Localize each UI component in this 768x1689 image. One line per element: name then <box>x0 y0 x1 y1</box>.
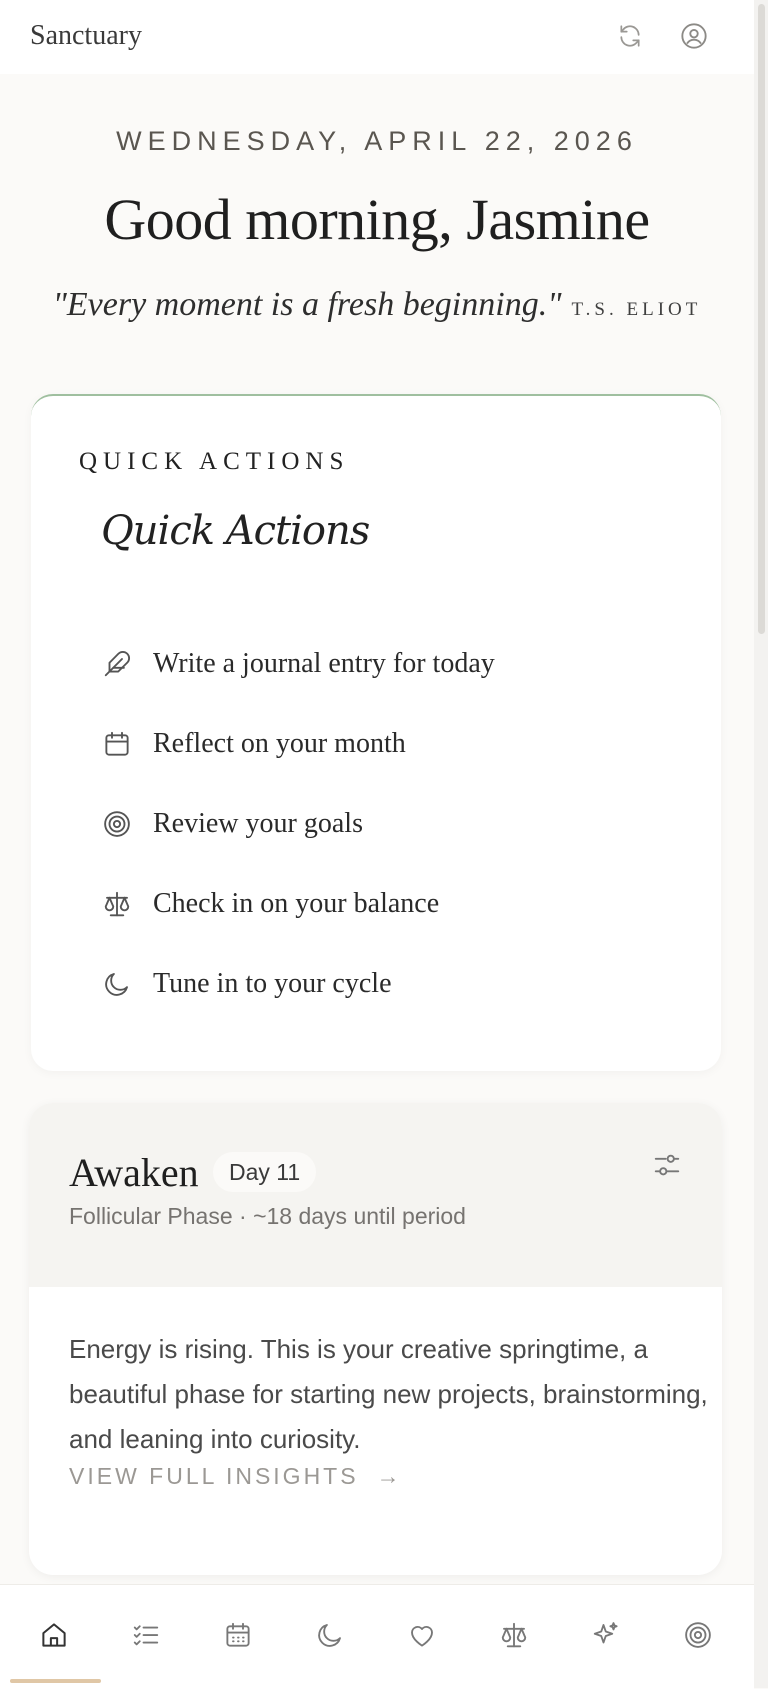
nav-moon-icon[interactable] <box>310 1615 350 1655</box>
nav-target-icon[interactable] <box>678 1615 718 1655</box>
nav-sparkle-icon[interactable] <box>586 1615 626 1655</box>
phase-subtitle: Follicular Phase · ~18 days until period <box>69 1203 466 1229</box>
arrow-right-icon: → <box>376 1463 400 1489</box>
daily-quote: "Every moment is a fresh beginning." T.S… <box>0 286 754 324</box>
moon-icon <box>101 968 133 1000</box>
nav-checklist-icon[interactable] <box>126 1615 166 1655</box>
quick-action-label: Reflect on your month <box>153 728 406 759</box>
quick-actions-list: Write a journal entry for today Reflect … <box>101 624 701 1024</box>
quick-actions-script-title: Quick Actions <box>101 508 370 554</box>
sliders-icon[interactable] <box>649 1147 685 1183</box>
cycle-day-badge: Day 11 <box>213 1152 317 1192</box>
active-tab-indicator <box>10 1679 101 1683</box>
bottom-navigation <box>0 1584 754 1689</box>
app-title: Sanctuary <box>30 20 142 51</box>
feather-icon <box>101 648 133 680</box>
target-icon <box>101 808 133 840</box>
quick-action-label: Write a journal entry for today <box>153 648 495 679</box>
quick-action-label: Review your goals <box>153 808 363 839</box>
quote-author: T.S. ELIOT <box>571 299 702 320</box>
quick-action-month[interactable]: Reflect on your month <box>101 704 701 784</box>
quote-text: "Every moment is a fresh beginning." <box>52 286 562 323</box>
refresh-icon[interactable] <box>614 20 646 52</box>
scale-icon <box>101 888 133 920</box>
scrollbar-thumb[interactable] <box>758 4 765 634</box>
calendar-icon <box>101 728 133 760</box>
nav-calendar-icon[interactable] <box>218 1615 258 1655</box>
phase-insight-text: Energy is rising. This is your creative … <box>69 1334 708 1454</box>
view-insights-label: VIEW FULL INSIGHTS <box>69 1463 359 1489</box>
cycle-phase-card: Awaken Day 11 Follicular Phase · ~18 day… <box>29 1103 722 1575</box>
quick-action-label: Tune in to your cycle <box>153 968 392 999</box>
cycle-card-header: Awaken Day 11 Follicular Phase · ~18 day… <box>29 1103 722 1287</box>
nav-heart-icon[interactable] <box>402 1615 442 1655</box>
top-header: Sanctuary <box>0 0 754 74</box>
quick-action-journal[interactable]: Write a journal entry for today <box>101 624 701 704</box>
user-circle-icon[interactable] <box>678 20 710 52</box>
quick-actions-label: QUICK ACTIONS <box>79 448 350 475</box>
scrollbar-track[interactable] <box>754 0 768 1688</box>
current-date: WEDNESDAY, APRIL 22, 2026 <box>116 126 638 156</box>
quick-action-cycle[interactable]: Tune in to your cycle <box>101 944 701 1024</box>
nav-scale-icon[interactable] <box>494 1615 534 1655</box>
quick-action-goals[interactable]: Review your goals <box>101 784 701 864</box>
greeting-heading: Good morning, Jasmine <box>104 187 650 252</box>
quick-action-label: Check in on your balance <box>153 888 440 919</box>
quick-actions-card: QUICK ACTIONS Quick Actions Write a jour… <box>31 394 721 1071</box>
nav-home-icon[interactable] <box>34 1615 74 1655</box>
phase-title: Awaken <box>69 1150 199 1195</box>
view-full-insights-link[interactable]: VIEW FULL INSIGHTS → <box>69 1463 400 1490</box>
quick-action-balance[interactable]: Check in on your balance <box>101 864 701 944</box>
